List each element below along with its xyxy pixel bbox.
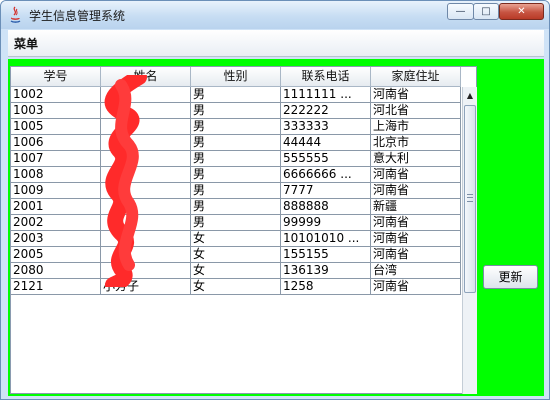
maximize-button[interactable]: □: [473, 3, 499, 20]
table-row[interactable]: 1008 男 6666666 ... 河南省: [11, 167, 461, 183]
menu-bar: 菜单: [8, 30, 544, 57]
table-cell[interactable]: 2080: [11, 263, 101, 279]
table-cell[interactable]: 男: [191, 119, 281, 135]
vertical-scrollbar[interactable]: ▲: [462, 87, 477, 394]
table-cell[interactable]: 7777: [281, 183, 371, 199]
maximize-icon: □: [481, 6, 491, 17]
java-app-icon: [10, 6, 21, 23]
table-row[interactable]: 2121 小芳子女 1258 河南省: [11, 279, 461, 295]
table-cell[interactable]: 2002: [11, 215, 101, 231]
column-header[interactable]: 联系电话: [281, 67, 371, 87]
table-cell[interactable]: 意大利: [371, 151, 461, 167]
table-header: 学号 姓名 性别 联系电话 家庭住址: [11, 67, 461, 87]
table-cell[interactable]: 555555: [281, 151, 371, 167]
table-cell[interactable]: 1002: [11, 87, 101, 103]
student-table: 学号 姓名 性别 联系电话 家庭住址 1002 男 1111111 ... 河南省 1003 男 2…: [10, 66, 477, 394]
table-cell[interactable]: 136139: [281, 263, 371, 279]
table-cell[interactable]: 2003: [11, 231, 101, 247]
table-row[interactable]: 1009 男 7777 河南省: [11, 183, 461, 199]
table-cell[interactable]: 河南省: [371, 87, 461, 103]
side-panel: 更新: [478, 59, 544, 396]
table-cell[interactable]: 河南省: [371, 247, 461, 263]
table-cell[interactable]: 河南省: [371, 279, 461, 295]
table-row[interactable]: 2003 女 10101010 ... 河南省: [11, 231, 461, 247]
window-title: 学生信息管理系统: [29, 9, 126, 23]
table-cell[interactable]: 44444: [281, 135, 371, 151]
table-row[interactable]: 2080 女 136139 台湾: [11, 263, 461, 279]
table-cell[interactable]: 女: [191, 279, 281, 295]
table-cell[interactable]: 北京市: [371, 135, 461, 151]
table-cell[interactable]: 新疆: [371, 199, 461, 215]
table-cell[interactable]: 99999: [281, 215, 371, 231]
table-cell[interactable]: 1003: [11, 103, 101, 119]
table-cell[interactable]: 男: [191, 199, 281, 215]
table-cell[interactable]: 222222: [281, 103, 371, 119]
scroll-up-arrow-icon[interactable]: ▲: [463, 87, 477, 103]
table-cell[interactable]: 男: [191, 183, 281, 199]
table-row[interactable]: 1007 男 555555 意大利: [11, 151, 461, 167]
table-cell[interactable]: 河南省: [371, 167, 461, 183]
table-cell[interactable]: 河南省: [371, 183, 461, 199]
table-cell[interactable]: 1005: [11, 119, 101, 135]
table-row[interactable]: 2001 男 888888 新疆: [11, 199, 461, 215]
column-header[interactable]: 学号: [11, 67, 101, 87]
refresh-button[interactable]: 更新: [483, 265, 538, 289]
table-cell[interactable]: 10101010 ...: [281, 231, 371, 247]
table-cell[interactable]: 男: [191, 215, 281, 231]
table-cell[interactable]: 河南省: [371, 231, 461, 247]
table-cell[interactable]: 1111111 ...: [281, 87, 371, 103]
table-cell[interactable]: 1258: [281, 279, 371, 295]
table-cell[interactable]: 台湾: [371, 263, 461, 279]
app-window: 学生信息管理系统 — □ ✕ 菜单 学号 姓名 性别 联系电话 家庭住址 1002 男 11…: [0, 0, 550, 400]
minimize-icon: —: [455, 6, 466, 17]
table-cell[interactable]: 1008: [11, 167, 101, 183]
table-cell[interactable]: 女: [191, 263, 281, 279]
table-cell[interactable]: 女: [191, 231, 281, 247]
table-cell[interactable]: 6666666 ...: [281, 167, 371, 183]
table-cell[interactable]: 1007: [11, 151, 101, 167]
table-cell[interactable]: 上海市: [371, 119, 461, 135]
table-cell[interactable]: 河南省: [371, 215, 461, 231]
table-cell[interactable]: 1009: [11, 183, 101, 199]
table-cell[interactable]: 男: [191, 151, 281, 167]
table-cell[interactable]: 河北省: [371, 103, 461, 119]
table-row[interactable]: 1003 男 222222 河北省: [11, 103, 461, 119]
menu-item-menu[interactable]: 菜单: [14, 35, 38, 52]
table-cell[interactable]: 女: [191, 247, 281, 263]
table-cell[interactable]: 男: [191, 167, 281, 183]
table-cell[interactable]: 男: [191, 103, 281, 119]
table-body: 1002 男 1111111 ... 河南省 1003 男 222222 河北省 1005 男 33…: [11, 87, 461, 295]
table-cell[interactable]: 333333: [281, 119, 371, 135]
table-row[interactable]: 1005 男 333333 上海市: [11, 119, 461, 135]
table-row[interactable]: 2002 男 99999 河南省: [11, 215, 461, 231]
grip-icon: [467, 194, 473, 202]
table-row[interactable]: 1006 男 44444 北京市: [11, 135, 461, 151]
table-cell[interactable]: 1006: [11, 135, 101, 151]
table-cell[interactable]: 888888: [281, 199, 371, 215]
close-button[interactable]: ✕: [499, 3, 544, 20]
close-icon: ✕: [517, 6, 526, 17]
table-cell[interactable]: 155155: [281, 247, 371, 263]
content-panel: 学号 姓名 性别 联系电话 家庭住址 1002 男 1111111 ... 河南省 1003 男 2…: [8, 59, 544, 396]
redaction-scribble: [104, 75, 147, 287]
table-cell[interactable]: 2121: [11, 279, 101, 295]
column-header[interactable]: 家庭住址: [371, 67, 461, 87]
scrollbar-thumb[interactable]: [464, 105, 476, 293]
table-cell[interactable]: 男: [191, 135, 281, 151]
minimize-button[interactable]: —: [447, 3, 474, 20]
column-header[interactable]: 性别: [191, 67, 281, 87]
table-row[interactable]: 2005 女 155155 河南省: [11, 247, 461, 263]
table-cell[interactable]: 男: [191, 87, 281, 103]
table-row[interactable]: 1002 男 1111111 ... 河南省: [11, 87, 461, 103]
title-bar[interactable]: 学生信息管理系统 — □ ✕: [1, 1, 549, 29]
table-cell[interactable]: 2001: [11, 199, 101, 215]
table-cell[interactable]: 2005: [11, 247, 101, 263]
